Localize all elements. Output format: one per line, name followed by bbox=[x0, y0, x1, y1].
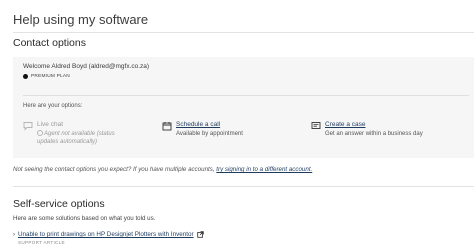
plan-icon bbox=[23, 74, 28, 79]
welcome-text: Welcome Aldred Boyd bbox=[23, 63, 87, 70]
user-email: (aldred@mgfx.co.za) bbox=[88, 63, 150, 70]
schedule-call-link[interactable]: Schedule a call bbox=[176, 121, 220, 128]
create-case-link[interactable]: Create a case bbox=[325, 121, 365, 128]
sign-in-different-account-link[interactable]: try signing in to a different account. bbox=[216, 166, 312, 173]
case-icon bbox=[311, 122, 321, 129]
options-label: Here are your options: bbox=[23, 103, 83, 109]
welcome-line: Welcome Aldred Boyd (aldred@mgfx.co.za) bbox=[23, 63, 149, 70]
live-chat-label: Live chat bbox=[37, 121, 64, 128]
article-type: SUPPORT ARTICLE bbox=[18, 240, 65, 245]
contact-options-heading: Contact options bbox=[13, 37, 86, 49]
contact-card: Welcome Aldred Boyd (aldred@mgfx.co.za) … bbox=[13, 57, 474, 158]
self-service-heading: Self-service options bbox=[13, 198, 105, 210]
plan-badge: PREMIUM PLAN bbox=[23, 74, 70, 79]
chat-icon bbox=[23, 122, 33, 131]
calendar-icon bbox=[162, 122, 172, 131]
status-dot-icon bbox=[37, 130, 43, 137]
article-item[interactable]: › Unable to print drawings on HP Designj… bbox=[13, 231, 204, 238]
card-divider bbox=[23, 95, 469, 96]
create-case-subtitle: Get an answer within a business day bbox=[325, 131, 423, 137]
section-divider bbox=[13, 186, 474, 187]
contact-note: Not seeing the contact options you expec… bbox=[13, 166, 312, 173]
plan-badge-label: PREMIUM PLAN bbox=[31, 74, 70, 79]
live-chat-status: Agent not available (status updates auto… bbox=[37, 130, 137, 146]
title-divider bbox=[13, 32, 474, 33]
live-chat-status-text: Agent not available (status updates auto… bbox=[37, 131, 115, 145]
self-service-intro: Here are some solutions based on what yo… bbox=[13, 215, 156, 222]
page-title: Help using my software bbox=[13, 12, 149, 27]
external-link-icon bbox=[196, 231, 204, 238]
note-text: Not seeing the contact options you expec… bbox=[13, 166, 215, 173]
article-link[interactable]: Unable to print drawings on HP Designjet… bbox=[18, 231, 194, 238]
schedule-call-subtitle: Available by appointment bbox=[176, 131, 243, 137]
bullet: › bbox=[13, 231, 15, 238]
